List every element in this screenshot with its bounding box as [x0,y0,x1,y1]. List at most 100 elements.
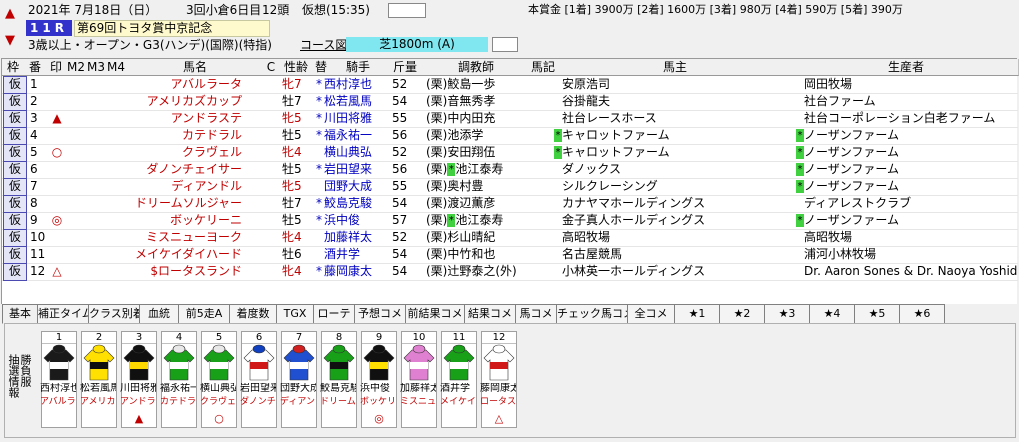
trainer-name[interactable]: (栗)安田翔伍 [426,144,530,161]
horse-name[interactable]: ドリームソルジャー [128,195,262,212]
trainer-name[interactable]: (栗)奥村豊 [426,178,530,195]
jockey-name[interactable]: 酒井学 [324,246,388,263]
silk-card[interactable]: 4 福永祐一カテドラル [160,331,197,428]
tab-19[interactable]: ★6 [899,304,945,324]
jockey-name[interactable]: 福永祐一 [324,127,388,144]
trainer-name[interactable]: (栗) * 池江泰寿 [426,161,530,178]
trainer-name[interactable]: (栗)杉山晴紀 [426,229,530,246]
owner-name[interactable]: * キャロットファーム [554,127,792,144]
table-row[interactable]: 仮 6 ダノンチェイサー 牡5 * 岩田望来 56 (栗) * 池江泰寿 ダノックス * ノーザンファー… [2,161,1018,179]
prediction-mark[interactable] [48,76,66,93]
prediction-mark[interactable]: ▲ [48,110,66,127]
column-header[interactable]: 馬主 [556,59,795,76]
column-header[interactable]: 馬名 [126,59,265,76]
jockey-name[interactable]: 岩田望来 [324,161,388,178]
waku-cell[interactable]: 仮 [3,76,27,94]
jockey-name[interactable]: 浜中俊 [324,212,388,229]
column-header[interactable]: 番 [24,59,47,76]
table-row[interactable]: 仮 10 ミスニューヨーク 牝4 加藤祥太 52 (栗)杉山晴紀 高昭牧場 高昭牧場 [2,229,1018,247]
waku-cell[interactable]: 仮 [3,246,27,264]
jockey-name[interactable]: 加藤祥太 [324,229,388,246]
tab-11[interactable]: 馬コメ [515,304,557,324]
breeder-name[interactable]: * ノーザンファーム [796,144,1018,161]
table-row[interactable]: 仮 12 △ $ロータスランド 牝4 * 藤岡康太 54 (栗)辻野泰之(外) 小林英一ホールディ… [2,263,1018,281]
waku-cell[interactable]: 仮 [3,178,27,196]
breeder-name[interactable]: 浦河小林牧場 [796,246,1018,263]
waku-cell[interactable]: 仮 [3,93,27,111]
silk-card[interactable]: 1 西村淳也アバルラータ [40,331,77,428]
table-row[interactable]: 仮 11 メイケイダイハード 牡6 酒井学 54 (栗)中竹和也 名古屋競馬 浦河小林牧場 [2,246,1018,264]
breeder-name[interactable]: Dr. Aaron Sones & Dr. Naoya Yoshida [796,263,1018,280]
waku-cell[interactable]: 仮 [3,212,27,230]
trainer-name[interactable]: (栗)中内田充 [426,110,530,127]
horse-name[interactable]: クラヴェル [128,144,262,161]
waku-cell[interactable]: 仮 [3,229,27,247]
forecast-input[interactable] [388,3,426,18]
tab-4[interactable]: 前5走A [178,304,230,324]
tab-7[interactable]: ローテ [313,304,355,324]
owner-name[interactable]: 金子真人ホールディングス [554,212,792,229]
table-row[interactable]: 仮 8 ドリームソルジャー 牡7 * 鮫島克駿 54 (栗)渡辺薫彦 カナヤマホールディングスデ… [2,195,1018,213]
tab-3[interactable]: 血統 [139,304,179,324]
course-map-link[interactable]: コース図 [300,37,347,53]
tab-0[interactable]: 基本 [2,304,38,324]
horse-name[interactable]: アバルラータ [128,76,262,93]
trainer-name[interactable]: (栗)渡辺薫彦 [426,195,530,212]
horse-name[interactable]: アンドラステ [128,110,262,127]
tab-2[interactable]: クラス別着 [88,304,144,324]
owner-name[interactable]: 名古屋競馬 [554,246,792,263]
trainer-name[interactable]: (栗) * 池江泰寿 [426,212,530,229]
breeder-name[interactable]: 社台ファーム [796,93,1018,110]
silk-card[interactable]: 11 酒井学メイケイダイハード [440,331,477,428]
horse-name[interactable]: カテドラル [128,127,262,144]
owner-name[interactable]: カナヤマホールディングス [554,195,792,212]
column-header[interactable]: 生産者 [794,59,1019,76]
waku-cell[interactable]: 仮 [3,195,27,213]
next-race-arrow-icon[interactable]: ▼ [2,30,18,50]
horse-name[interactable]: ダノンチェイサー [128,161,262,178]
column-header[interactable]: 調教師 [422,59,531,76]
course-extra-input[interactable] [492,37,518,52]
owner-name[interactable]: シルクレーシング [554,178,792,195]
horse-name[interactable]: ミスニューヨーク [128,229,262,246]
silk-card[interactable]: 10 加藤祥太ミスニューヨーク [400,331,437,428]
owner-name[interactable]: 社台レースホース [554,110,792,127]
jockey-name[interactable]: 鮫島克駿 [324,195,388,212]
silk-card[interactable]: 7 団野大成ディアンドル [280,331,317,428]
silk-card[interactable]: 5 横山典弘クラヴェル ○ [200,331,237,428]
owner-name[interactable]: 高昭牧場 [554,229,792,246]
breeder-name[interactable]: * ノーザンファーム [796,212,1018,229]
prediction-mark[interactable] [48,246,66,263]
silk-card[interactable]: 12 藤岡康太ロータスランド △ [480,331,517,428]
prediction-mark[interactable]: △ [48,263,66,280]
silk-card[interactable]: 9 浜中俊ボッケリーニ ◎ [360,331,397,428]
tab-8[interactable]: 予想コメ [354,304,406,324]
tab-18[interactable]: ★5 [854,304,900,324]
column-header[interactable]: M2 [66,59,87,76]
owner-name[interactable]: 小林英一ホールディングス [554,263,792,280]
tab-16[interactable]: ★3 [764,304,810,324]
table-row[interactable]: 仮 3 ▲ アンドラステ 牝5 * 川田将雅 55 (栗)中内田充 社台レースホース 社台コーポレー… [2,110,1018,128]
breeder-name[interactable]: ディアレストクラブ [796,195,1018,212]
silk-card[interactable]: 3 川田将雅アンドラステ ▲ [120,331,157,428]
waku-cell[interactable]: 仮 [3,127,27,145]
breeder-name[interactable]: * ノーザンファーム [796,178,1018,195]
horse-name[interactable]: ボッケリーニ [128,212,262,229]
tab-12[interactable]: チェック馬コメ [556,304,634,324]
jockey-name[interactable]: 藤岡康太 [324,263,388,280]
breeder-name[interactable]: * ノーザンファーム [796,161,1018,178]
jockey-name[interactable]: 横山典弘 [324,144,388,161]
trainer-name[interactable]: (栗)中竹和也 [426,246,530,263]
column-header[interactable]: 印 [46,59,67,76]
trainer-name[interactable]: (栗)辻野泰之(外) [426,263,530,280]
prediction-mark[interactable] [48,178,66,195]
tab-15[interactable]: ★2 [719,304,765,324]
silk-card[interactable]: 2 松若風馬アメリカズカップ [80,331,117,428]
horse-name[interactable]: ディアンドル [128,178,262,195]
prediction-mark[interactable] [48,93,66,110]
column-header[interactable]: M3 [86,59,107,76]
column-header[interactable]: 騎手 [328,59,389,76]
tab-14[interactable]: ★1 [674,304,720,324]
waku-cell[interactable]: 仮 [3,263,27,281]
horse-name[interactable]: アメリカズカップ [128,93,262,110]
